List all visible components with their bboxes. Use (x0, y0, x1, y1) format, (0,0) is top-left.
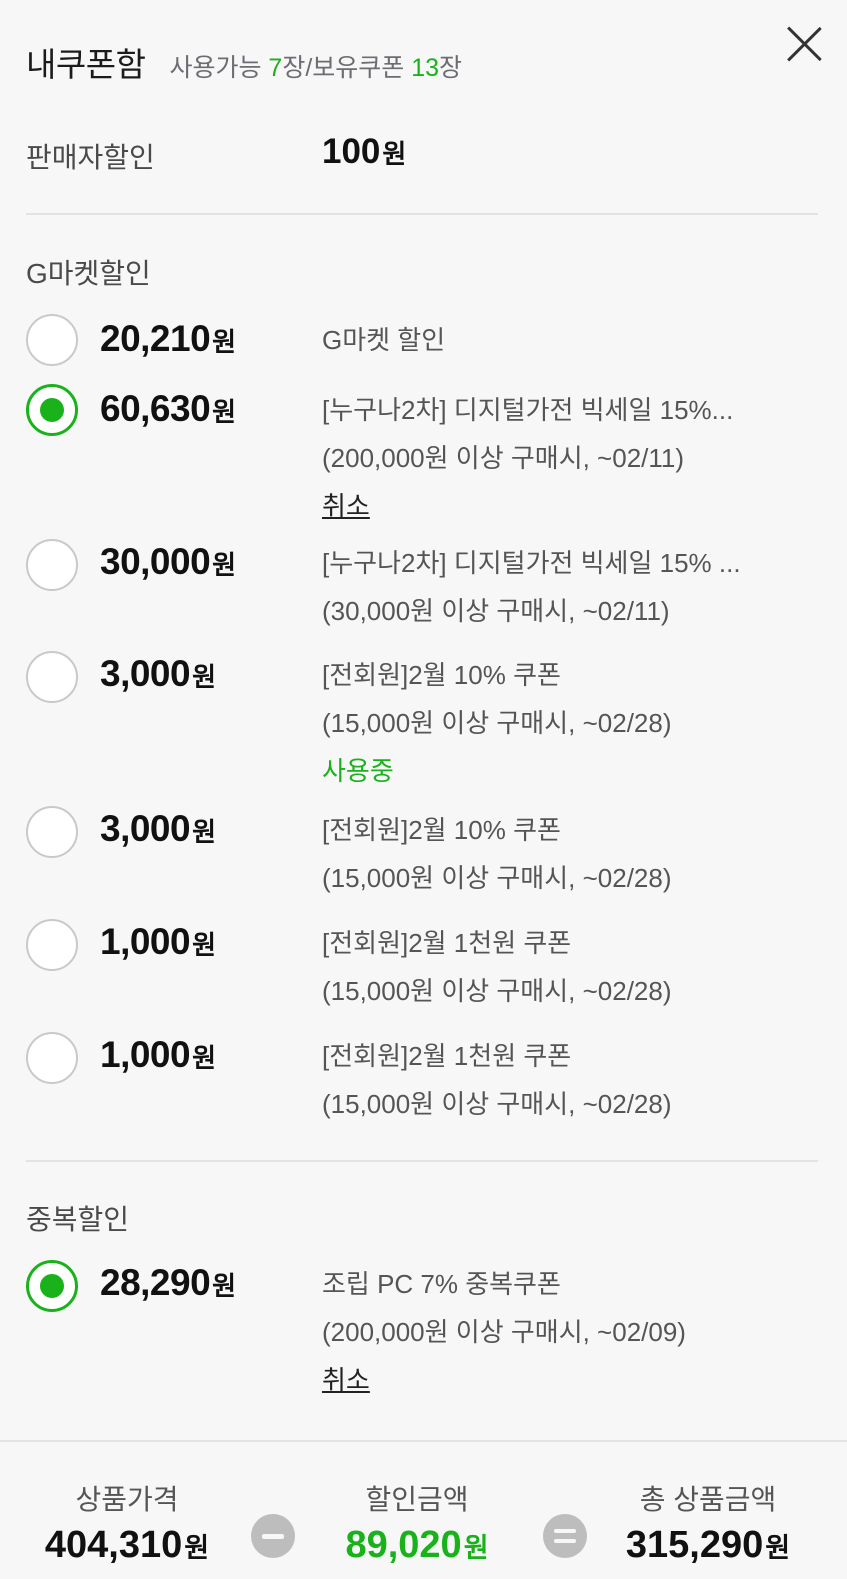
close-icon[interactable] (784, 24, 824, 64)
product-price: 상품가격 404,310원 (44, 1484, 210, 1566)
seller-discount-label: 판매자할인 (26, 142, 155, 173)
coupon-summary: 사용가능 7장/보유쿠폰 13장 (169, 54, 463, 82)
coupon-description: [누구나2차] 디지털가전 빅세일 15%... (200,000원 이상 구매… (322, 386, 817, 530)
total-price: 총 상품금액 315,290원 (625, 1484, 791, 1566)
coupon-radio[interactable] (26, 651, 78, 703)
discount-amount: 할인금액 89,020원 (345, 1484, 489, 1566)
coupon-amount: 20,210원 (100, 318, 236, 359)
available-count: 7 (268, 54, 283, 82)
coupon-amount: 1,000원 (100, 1034, 216, 1075)
coupon-amount: 1,000원 (100, 921, 216, 962)
duplicate-section-title: 중복할인 (26, 1204, 130, 1235)
coupon-description: [전회원]2월 10% 쿠폰 (15,000원 이상 구매시, ~02/28) … (322, 651, 817, 795)
coupon-description: [전회원]2월 1천원 쿠폰 (15,000원 이상 구매시, ~02/28) (322, 928, 672, 1006)
coupon-amount: 3,000원 (100, 653, 216, 694)
gmarket-section-title: G마켓할인 (26, 258, 151, 289)
coupon-description: [전회원]2월 10% 쿠폰 (15,000원 이상 구매시, ~02/28) (322, 815, 672, 893)
coupon-radio-selected[interactable] (26, 384, 78, 436)
coupon-box-header: 내쿠폰함 사용가능 7장/보유쿠폰 13장 (26, 38, 462, 88)
seller-discount: 판매자할인 100원 (26, 132, 816, 176)
seller-discount-amount: 100원 (322, 132, 407, 171)
coupon-radio[interactable] (26, 1032, 78, 1084)
owned-count: 13 (411, 54, 440, 82)
page-title: 내쿠폰함 (26, 46, 146, 83)
coupon-description: G마켓 할인 (322, 325, 446, 355)
coupon-radio[interactable] (26, 314, 78, 366)
coupon-radio-selected[interactable] (26, 1260, 78, 1312)
in-use-status: 사용중 (322, 756, 394, 786)
coupon-radio[interactable] (26, 806, 78, 858)
cancel-link[interactable]: 취소 (322, 482, 370, 530)
divider (26, 1160, 818, 1162)
coupon-amount: 60,630원 (100, 388, 236, 429)
coupon-radio[interactable] (26, 539, 78, 591)
coupon-amount: 28,290원 (100, 1262, 236, 1303)
equals-icon (543, 1514, 587, 1558)
coupon-description: [전회원]2월 1천원 쿠폰 (15,000원 이상 구매시, ~02/28) (322, 1041, 672, 1119)
cancel-link[interactable]: 취소 (322, 1356, 370, 1404)
coupon-description: 조립 PC 7% 중복쿠폰 (200,000원 이상 구매시, ~02/09) … (322, 1260, 817, 1404)
divider (26, 213, 818, 215)
price-summary-footer: 상품가격 404,310원 할인금액 89,020원 총 상품금액 315,29… (0, 1440, 847, 1579)
coupon-amount: 3,000원 (100, 808, 216, 849)
coupon-radio[interactable] (26, 919, 78, 971)
minus-icon (251, 1514, 295, 1558)
coupon-amount: 30,000원 (100, 541, 236, 582)
coupon-description: [누구나2차] 디지털가전 빅세일 15% ... (30,000원 이상 구매… (322, 548, 741, 626)
